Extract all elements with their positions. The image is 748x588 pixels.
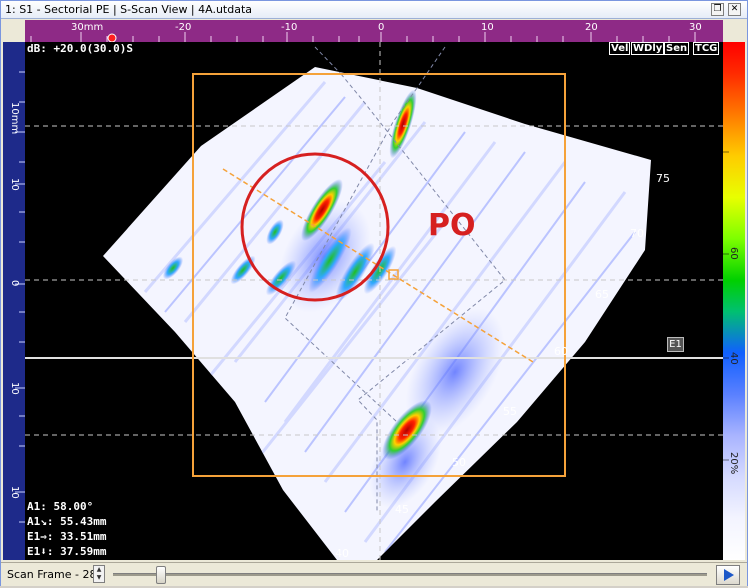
colorbar-label: 40 <box>728 352 739 365</box>
ruler-top-label: -10 <box>281 22 297 33</box>
play-button[interactable] <box>716 565 740 585</box>
ruler-left-label: 10 <box>9 382 20 395</box>
window-title: 1: S1 - Sectorial PE | S-Scan View | 4A.… <box>5 3 253 16</box>
scan-frame-bar: Scan Frame - 28 ▲ ▼ <box>1 562 747 586</box>
restore-button[interactable]: ❐ <box>711 3 724 16</box>
angle-label: 70 <box>630 227 644 240</box>
ruler-left-label: 10 <box>9 486 20 499</box>
titlebar: 1: S1 - Sectorial PE | S-Scan View | 4A.… <box>1 1 747 19</box>
vertical-ruler[interactable]: 10mm 10 0 10 10 <box>3 42 25 560</box>
ruler-top-label: 30mm <box>71 22 103 33</box>
spin-down-icon[interactable]: ▼ <box>94 574 104 582</box>
horizontal-ruler-ticks: 30mm -20 -10 0 10 20 30 <box>30 22 702 42</box>
scan-frame-spinner[interactable]: ▲ ▼ <box>93 565 105 583</box>
annotation-label: PO <box>428 208 476 243</box>
readout-a1: A1: 58.00° <box>27 500 94 513</box>
angle-label: 60 <box>554 345 568 358</box>
color-bar-labels: 60 40 20% <box>723 151 739 474</box>
ruler-top-label: 10 <box>481 22 494 33</box>
ruler-left-label: 10mm <box>9 102 20 134</box>
wdly-tag[interactable]: WDly <box>631 42 665 55</box>
readout-e1-depth: E1⬇: 37.59mm <box>27 545 107 558</box>
sen-tag[interactable]: Sen <box>664 42 690 55</box>
horizontal-ruler[interactable]: 30mm -20 -10 0 10 20 30 <box>25 20 723 42</box>
scan-frame-label: Scan Frame - 28 <box>7 568 97 581</box>
angle-label: 55 <box>503 405 517 418</box>
colorbar-label: 60 <box>728 247 739 260</box>
scan-frame-slider-thumb[interactable] <box>155 566 166 584</box>
vertical-ruler-ticks: 10mm 10 0 10 10 <box>9 71 25 523</box>
readout-a1-path: A1↘: 55.43mm <box>27 515 107 528</box>
ruler-top-label: 20 <box>585 22 598 33</box>
sscan-image: PO 75 70 65 60 55 50 45 40 <box>25 42 723 560</box>
colorbar-label: 20% <box>728 452 739 474</box>
sscan-view[interactable]: PO 75 70 65 60 55 50 45 40 dB: +20.0(30.… <box>25 42 723 560</box>
tcg-tag[interactable]: TCG <box>693 42 720 55</box>
angle-label: 50 <box>452 456 466 469</box>
ruler-left-label: 10 <box>9 178 20 191</box>
readout-e1-horizontal: E1⇒: 33.51mm <box>27 530 107 543</box>
color-palette-bar[interactable]: 60 40 20% <box>723 42 745 560</box>
ruler-top-label: 0 <box>378 22 384 33</box>
close-button[interactable]: ✕ <box>728 3 741 16</box>
cursor-e1-label[interactable]: E1 <box>667 337 684 352</box>
angle-label: 65 <box>595 288 609 301</box>
ruler-top-label: 30 <box>689 22 702 33</box>
sscan-window: 1: S1 - Sectorial PE | S-Scan View | 4A.… <box>0 0 748 586</box>
angle-label: 40 <box>335 547 349 560</box>
play-icon <box>724 569 734 581</box>
vel-tag[interactable]: Vel <box>609 42 631 55</box>
ruler-left-label: 0 <box>9 280 20 286</box>
gain-readout: dB: +20.0(30.0)S <box>27 42 133 55</box>
ruler-top-label: -20 <box>175 22 191 33</box>
angle-label: 45 <box>395 503 409 516</box>
ruler-marker-icon[interactable] <box>107 33 117 42</box>
spin-up-icon[interactable]: ▲ <box>94 566 104 574</box>
scan-frame-slider-track[interactable] <box>113 573 707 576</box>
angle-label: 75 <box>656 172 670 185</box>
